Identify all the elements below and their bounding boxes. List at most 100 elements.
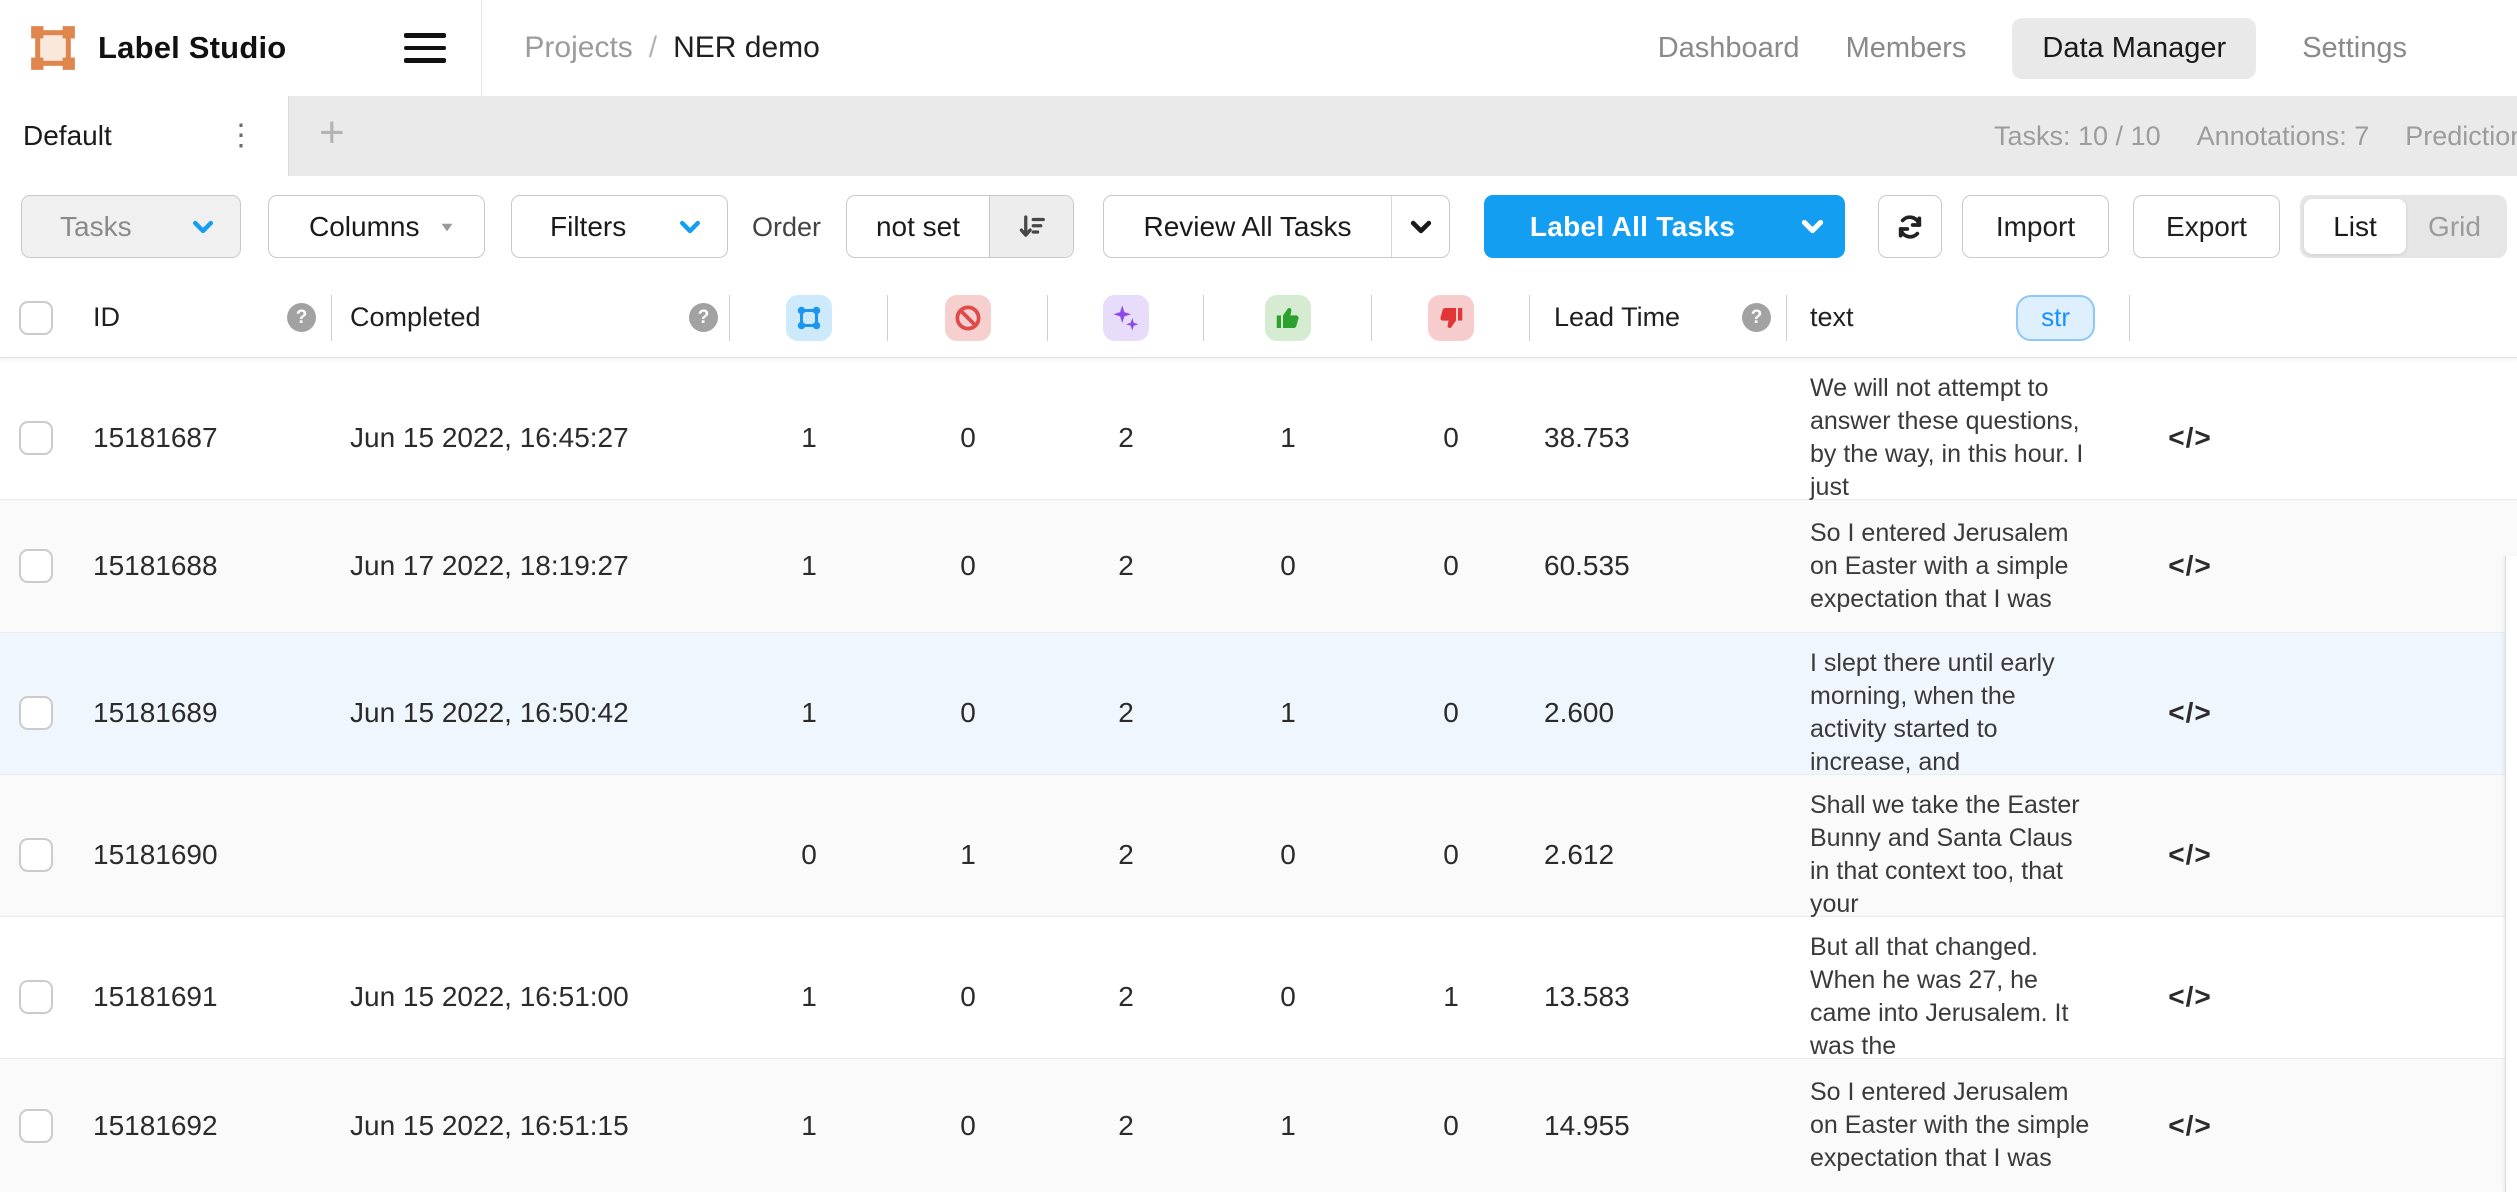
task-id: 15181690 <box>75 775 332 935</box>
help-icon[interactable]: ? <box>689 303 718 332</box>
nav-settings[interactable]: Settings <box>2302 32 2407 65</box>
lead-time-value: 13.583 <box>1530 917 1787 1077</box>
row-checkbox[interactable] <box>19 549 53 583</box>
row-checkbox[interactable] <box>19 838 53 872</box>
label-dropdown-toggle[interactable] <box>1780 196 1844 257</box>
view-list-button[interactable]: List <box>2304 199 2406 254</box>
view-source-icon[interactable]: </> <box>2130 1059 2250 1192</box>
review-dropdown-toggle[interactable] <box>1391 196 1449 257</box>
column-header-filler <box>2250 278 2517 357</box>
predictions-count-value: 2 <box>1048 633 1204 793</box>
annotations-count-value: 1 <box>730 500 888 632</box>
column-header-accepted-annotations[interactable] <box>1204 278 1372 357</box>
table-row[interactable]: 15181689 Jun 15 2022, 16:50:42 1 0 2 1 0… <box>0 633 2517 775</box>
task-id: 15181688 <box>75 500 332 632</box>
column-header-annotations-count[interactable] <box>730 278 888 357</box>
refresh-button[interactable] <box>1878 195 1942 258</box>
vertical-scrollbar[interactable] <box>2505 556 2517 1192</box>
row-checkbox[interactable] <box>19 696 53 730</box>
table-row[interactable]: 15181691 Jun 15 2022, 16:51:00 1 0 2 0 1… <box>0 917 2517 1059</box>
row-checkbox[interactable] <box>19 1109 53 1143</box>
view-grid-button[interactable]: Grid <box>2406 211 2503 243</box>
nav-dashboard[interactable]: Dashboard <box>1658 32 1800 65</box>
top-nav: Dashboard Members Data Manager Settings <box>1658 18 2407 79</box>
text-snippet: But all that changed. When he was 27, he… <box>1810 931 2095 1063</box>
columns-dropdown[interactable]: Columns <box>268 195 485 258</box>
rejected-count-value: 0 <box>1372 500 1530 632</box>
view-source-icon[interactable]: </> <box>2130 917 2250 1077</box>
tab-options-kebab-icon[interactable]: ⋮ <box>220 117 262 155</box>
completed-date: Jun 15 2022, 16:50:42 <box>332 633 730 793</box>
table-row[interactable]: 15181692 Jun 15 2022, 16:51:15 1 0 2 1 0… <box>0 1059 2517 1192</box>
task-id: 15181687 <box>75 358 332 518</box>
accepted-count-value: 0 <box>1204 775 1372 935</box>
cancelled-count-value: 0 <box>888 1059 1048 1192</box>
stat-predictions: Predictions: 20 <box>2405 121 2517 152</box>
select-all-checkbox[interactable] <box>19 301 53 335</box>
chevron-down-icon <box>1408 214 1434 240</box>
breadcrumb-projects[interactable]: Projects <box>524 31 632 65</box>
row-filler <box>2250 500 2517 632</box>
column-header-predictions-count[interactable] <box>1048 278 1204 357</box>
stat-annotations: Annotations: 7 <box>2197 121 2370 152</box>
view-source-icon[interactable]: </> <box>2130 775 2250 935</box>
text-snippet: We will not attempt to answer these ques… <box>1810 372 2095 504</box>
view-source-icon[interactable]: </> <box>2130 358 2250 518</box>
filters-dropdown-label: Filters <box>550 211 626 243</box>
column-header-cancelled-annotations[interactable] <box>888 278 1048 357</box>
string-type-badge: str <box>2016 295 2095 341</box>
table-header-row: ID ? Completed ? <box>0 278 2517 358</box>
row-filler <box>2250 1059 2517 1192</box>
predictions-count-value: 2 <box>1048 500 1204 632</box>
label-all-tasks-button[interactable]: Label All Tasks <box>1484 195 1845 258</box>
label-studio-logo-icon <box>30 25 76 71</box>
text-cell: Shall we take the Easter Bunny and Santa… <box>1787 775 2130 935</box>
tasks-dropdown[interactable]: Tasks <box>21 195 241 258</box>
column-header-lead-time[interactable]: Lead Time ? <box>1530 278 1787 357</box>
review-all-tasks-button[interactable]: Review All Tasks <box>1103 195 1450 258</box>
table-row[interactable]: 15181688 Jun 17 2022, 18:19:27 1 0 2 0 0… <box>0 500 2517 633</box>
breadcrumb-current-project: NER demo <box>673 31 820 65</box>
rejected-count-value: 0 <box>1372 775 1530 935</box>
column-header-completed[interactable]: Completed ? <box>332 278 730 357</box>
column-header-rejected-annotations[interactable] <box>1372 278 1530 357</box>
table-row[interactable]: 15181687 Jun 15 2022, 16:45:27 1 0 2 1 0… <box>0 358 2517 500</box>
caret-down-icon <box>436 216 458 238</box>
data-manager-table: ID ? Completed ? <box>0 278 2517 1192</box>
view-source-icon[interactable]: </> <box>2130 633 2250 793</box>
annotations-count-value: 1 <box>730 917 888 1077</box>
task-id: 15181689 <box>75 633 332 793</box>
refresh-icon <box>1894 211 1926 243</box>
import-button[interactable]: Import <box>1962 195 2109 258</box>
help-icon[interactable]: ? <box>1742 303 1771 332</box>
order-value-button[interactable]: not set <box>846 195 1074 258</box>
row-checkbox[interactable] <box>19 421 53 455</box>
row-select-cell <box>0 1059 75 1192</box>
toolbar: Tasks Columns Filters Order not set Revi… <box>0 176 2517 278</box>
tasks-dropdown-label: Tasks <box>60 211 132 243</box>
lead-time-value: 38.753 <box>1530 358 1787 518</box>
text-snippet: Shall we take the Easter Bunny and Santa… <box>1810 789 2095 921</box>
accepted-count-value: 0 <box>1204 500 1372 632</box>
nav-members[interactable]: Members <box>1846 32 1967 65</box>
nav-data-manager[interactable]: Data Manager <box>2012 18 2256 79</box>
sort-direction-button[interactable] <box>989 196 1073 257</box>
cancelled-count-value: 0 <box>888 917 1048 1077</box>
column-header-text[interactable]: text str <box>1787 278 2130 357</box>
task-id: 15181691 <box>75 917 332 1077</box>
text-cell: But all that changed. When he was 27, he… <box>1787 917 2130 1077</box>
app-header: Label Studio Projects / NER demo Dashboa… <box>0 0 2517 96</box>
tab-default[interactable]: Default ⋮ <box>0 96 289 176</box>
table-row[interactable]: 15181690 0 1 2 0 0 2.612 Shall we take t… <box>0 775 2517 917</box>
view-source-icon[interactable]: </> <box>2130 500 2250 632</box>
tab-label: Default <box>23 120 112 152</box>
column-header-id[interactable]: ID ? <box>75 278 332 357</box>
row-checkbox[interactable] <box>19 980 53 1014</box>
filters-dropdown[interactable]: Filters <box>511 195 728 258</box>
hamburger-menu-icon[interactable] <box>404 31 446 65</box>
export-button[interactable]: Export <box>2133 195 2280 258</box>
add-tab-button[interactable]: + <box>311 111 353 161</box>
app-logo[interactable]: Label Studio <box>0 25 286 71</box>
help-icon[interactable]: ? <box>287 303 316 332</box>
rejected-count-value: 0 <box>1372 1059 1530 1192</box>
